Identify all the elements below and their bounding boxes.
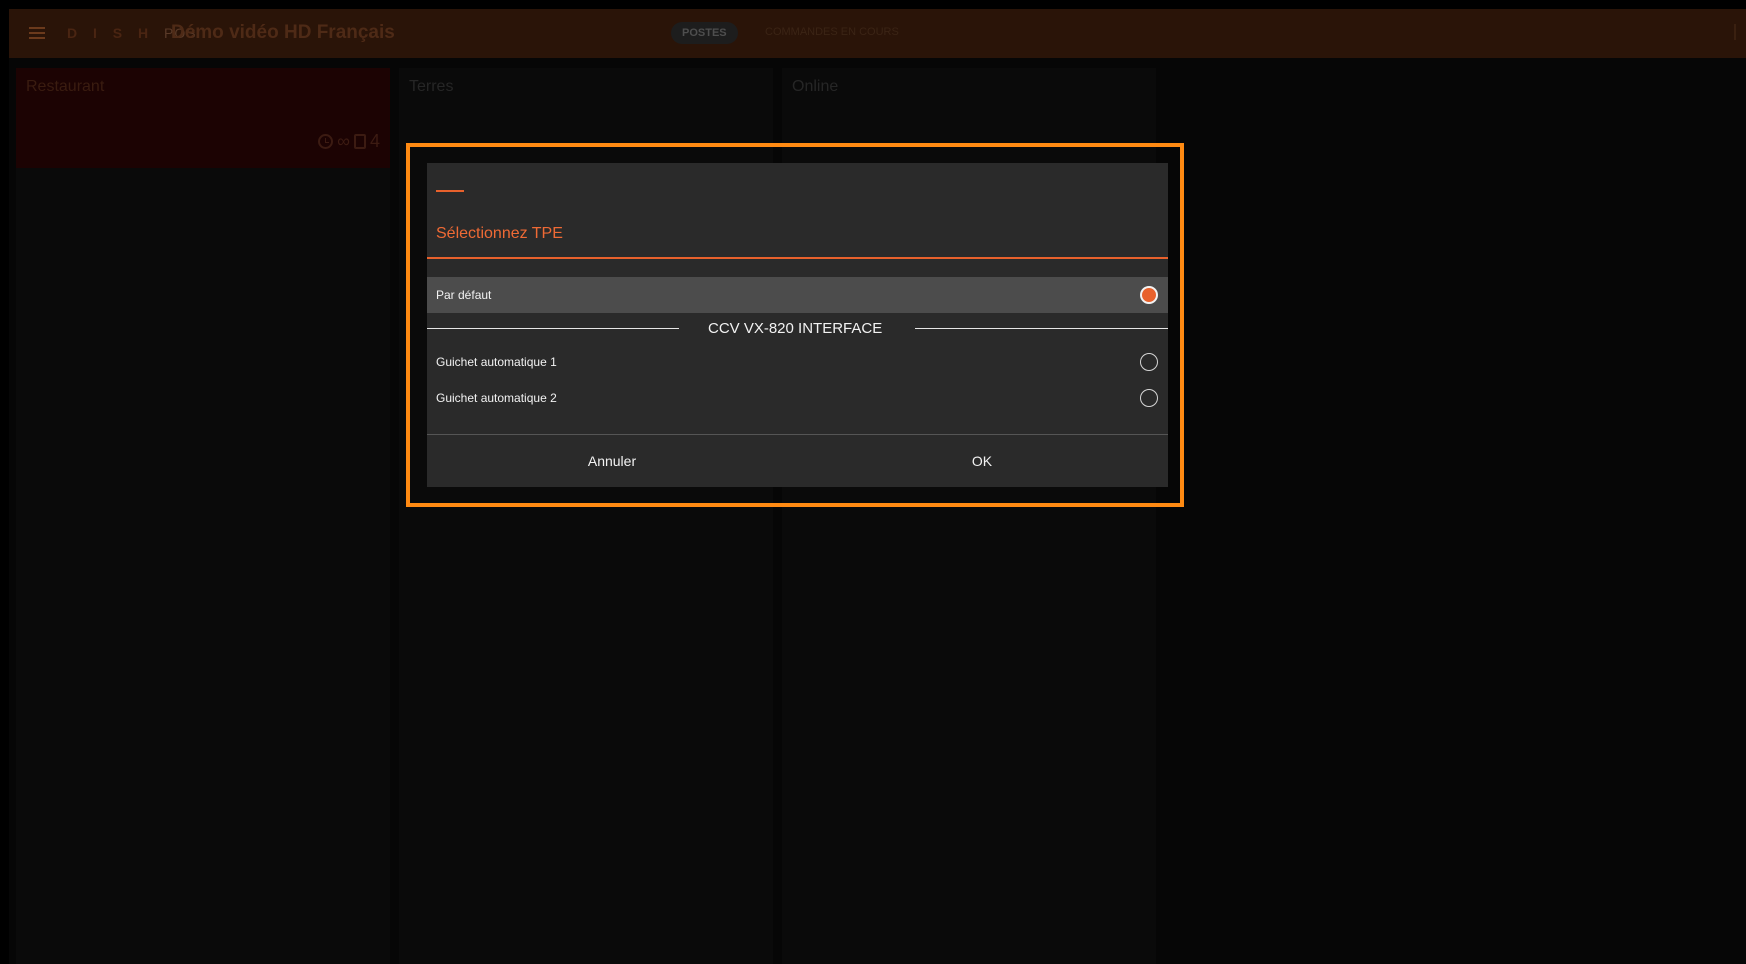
logo-dish: D I S H (67, 25, 155, 41)
group-label: CCV VX-820 INTERFACE (708, 320, 883, 337)
option-label: Guichet automatique 2 (436, 391, 557, 405)
option-default[interactable]: Par défaut (427, 277, 1168, 313)
radio-checked-icon[interactable] (1140, 286, 1158, 304)
hamburger-menu-icon[interactable] (29, 27, 45, 39)
divider (915, 328, 1168, 329)
ok-button[interactable]: OK (797, 435, 1167, 487)
dialog-title: Sélectionnez TPE (436, 225, 563, 242)
app-title: Démo vidéo HD Français (171, 22, 395, 43)
infinity-value: ∞ (337, 131, 350, 151)
clock-icon (318, 134, 334, 149)
order-count: 4 (369, 131, 380, 151)
cancel-button[interactable]: Annuler (427, 435, 797, 487)
select-terminal-dialog: Sélectionnez TPE Par défaut CCV VX-820 I… (427, 163, 1168, 487)
panel-restaurant: Restaurant ∞ 4 (16, 68, 390, 964)
exit-icon[interactable] (1734, 24, 1746, 40)
restaurant-card[interactable]: Restaurant ∞ 4 (16, 68, 390, 168)
option-label: Par défaut (436, 288, 492, 302)
receipt-icon (353, 134, 366, 149)
panel-title: Online (792, 78, 839, 95)
dialog-accent-dash (436, 190, 464, 192)
tab-commandes-en-cours[interactable]: COMMANDES EN COURS (765, 26, 899, 38)
option-label: Guichet automatique 1 (436, 355, 557, 369)
option-guichet-1[interactable]: Guichet automatique 1 (427, 344, 1168, 380)
panel-title: Restaurant (26, 78, 105, 95)
top-bar: D I S H POS Démo vidéo HD Français POSTE… (9, 9, 1746, 58)
tab-postes[interactable]: POSTES (671, 22, 738, 44)
radio-unchecked-icon[interactable] (1140, 389, 1158, 407)
panel-title: Terres (409, 78, 454, 95)
radio-unchecked-icon[interactable] (1140, 353, 1158, 371)
card-stats: ∞ 4 (318, 131, 380, 152)
option-guichet-2[interactable]: Guichet automatique 2 (427, 380, 1168, 416)
dialog-title-divider (427, 257, 1168, 259)
divider (427, 328, 679, 329)
group-header: CCV VX-820 INTERFACE (427, 318, 1168, 338)
